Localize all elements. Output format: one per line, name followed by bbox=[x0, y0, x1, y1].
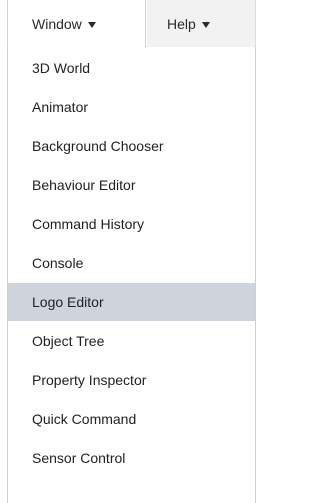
menu-item-label: Command History bbox=[32, 216, 145, 232]
menu-item-console[interactable]: Console bbox=[8, 244, 255, 282]
menu-item-behaviour-editor[interactable]: Behaviour Editor bbox=[8, 166, 255, 204]
background-strip bbox=[256, 0, 272, 503]
window-menu-button[interactable]: Window bbox=[7, 0, 146, 48]
menu-item-label: Animator bbox=[32, 99, 89, 115]
menu-item-label: 3D World bbox=[32, 60, 91, 76]
menu-item-command-history[interactable]: Command History bbox=[8, 205, 255, 243]
menu-item-label: Property Inspector bbox=[32, 372, 147, 388]
chevron-down-icon bbox=[201, 21, 210, 28]
menu-item-animator[interactable]: Animator bbox=[8, 88, 255, 126]
menu-item-logo-editor[interactable]: Logo Editor bbox=[8, 283, 255, 321]
menu-item-label: Quick Command bbox=[32, 411, 137, 427]
menu-item-3d-world[interactable]: 3D World bbox=[8, 49, 255, 87]
window-dropdown-menu: 3D World Animator Background Chooser Beh… bbox=[7, 47, 256, 503]
menu-item-label: Background Chooser bbox=[32, 138, 164, 154]
menubar: Window Help bbox=[7, 0, 256, 48]
window-menu-label: Window bbox=[32, 16, 82, 32]
menu-item-quick-command[interactable]: Quick Command bbox=[8, 400, 255, 438]
menu-item-object-tree[interactable]: Object Tree bbox=[8, 322, 255, 360]
menu-item-label: Behaviour Editor bbox=[32, 177, 136, 193]
window-left-edge bbox=[0, 0, 7, 503]
chevron-down-icon bbox=[87, 22, 96, 28]
menu-item-label: Sensor Control bbox=[32, 450, 126, 466]
help-menu-button[interactable]: Help bbox=[147, 0, 256, 47]
menu-item-background-chooser[interactable]: Background Chooser bbox=[8, 127, 255, 165]
help-menu-label: Help bbox=[167, 15, 196, 32]
menu-item-label: Logo Editor bbox=[32, 294, 104, 310]
menu-item-label: Console bbox=[32, 255, 84, 271]
menu-item-sensor-control[interactable]: Sensor Control bbox=[8, 439, 255, 477]
menu-item-label: Object Tree bbox=[32, 333, 105, 349]
menu-item-property-inspector[interactable]: Property Inspector bbox=[8, 361, 255, 399]
